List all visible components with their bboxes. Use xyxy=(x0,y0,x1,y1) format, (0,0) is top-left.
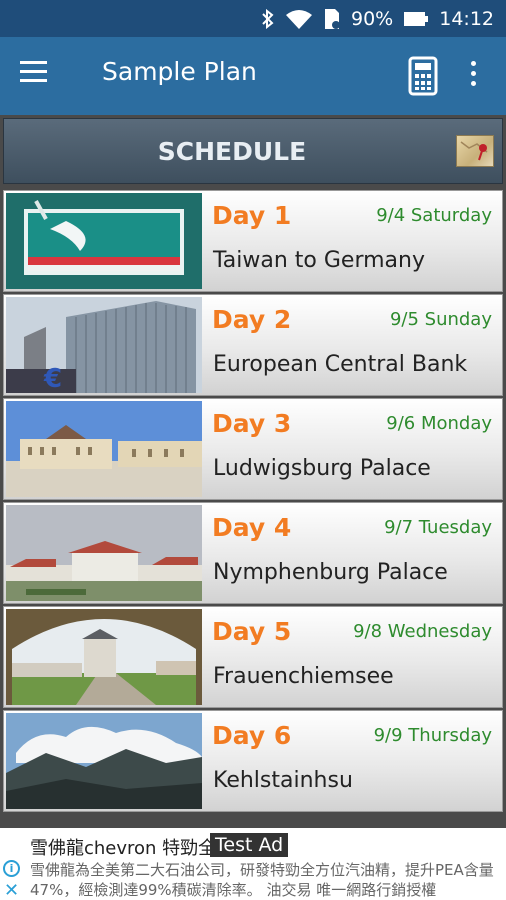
list-item[interactable]: Day 4 9/7 Tuesday Nymphenburg Palace xyxy=(3,502,503,604)
schedule-header: SCHEDULE xyxy=(3,118,503,184)
day-date: 9/6 Monday xyxy=(386,413,492,434)
battery-icon xyxy=(403,10,429,28)
ad-description: 雪佛龍為全美第二大石油公司，研發特勁全方位汽油精，提升PEA含量47%，經檢測達… xyxy=(30,861,494,899)
sim-icon xyxy=(323,8,341,30)
day-date: 9/4 Saturday xyxy=(376,205,492,226)
ad-banner[interactable]: 雪佛龍chevron 特勁全效汽油精 Test Ad i ✕ 雪佛龍為全美第二大… xyxy=(0,828,506,900)
battery-percent: 90% xyxy=(351,7,394,30)
list-item[interactable]: Day 3 9/6 Monday Ludwigsburg Palace xyxy=(3,398,503,500)
day-thumbnail xyxy=(6,505,202,601)
more-vert-icon[interactable] xyxy=(462,61,484,91)
day-thumbnail xyxy=(6,713,202,809)
day-number: Day 5 xyxy=(212,617,292,646)
day-date: 9/7 Tuesday xyxy=(384,517,492,538)
day-place: European Central Bank xyxy=(213,352,468,377)
day-thumbnail xyxy=(6,401,202,497)
ad-info-icon[interactable]: i xyxy=(3,860,20,877)
day-number: Day 2 xyxy=(212,305,292,334)
day-number: Day 3 xyxy=(212,409,292,438)
app-title: Sample Plan xyxy=(102,57,257,86)
day-number: Day 6 xyxy=(212,721,292,750)
day-place: Frauenchiemsee xyxy=(213,664,394,689)
day-thumbnail xyxy=(6,609,202,705)
clock: 14:12 xyxy=(439,7,494,30)
day-date: 9/5 Sunday xyxy=(389,309,492,330)
list-item[interactable]: Day 1 9/4 Saturday Taiwan to Germany xyxy=(3,190,503,292)
day-number: Day 4 xyxy=(212,513,292,542)
day-place: Nymphenburg Palace xyxy=(213,560,448,585)
list-item[interactable]: € Day 2 9/5 Sunday European Central Bank xyxy=(3,294,503,396)
svg-text:€: € xyxy=(43,364,62,393)
status-bar: 90% 14:12 xyxy=(0,0,506,37)
day-thumbnail xyxy=(6,193,202,289)
list-item[interactable]: Day 5 9/8 Wednesday Frauenchiemsee xyxy=(3,606,503,708)
map-icon[interactable] xyxy=(456,135,494,167)
day-date: 9/8 Wednesday xyxy=(353,621,492,642)
menu-icon[interactable] xyxy=(20,61,60,91)
app-bar: Sample Plan xyxy=(0,37,506,115)
day-thumbnail: € xyxy=(6,297,202,393)
day-place: Kehlstainhsu xyxy=(213,768,353,793)
day-place: Taiwan to Germany xyxy=(213,248,425,273)
ad-close-icon[interactable]: ✕ xyxy=(4,880,19,900)
day-place: Ludwigsburg Palace xyxy=(213,456,431,481)
calculator-icon[interactable] xyxy=(408,55,438,97)
bluetooth-icon xyxy=(261,8,275,29)
day-number: Day 1 xyxy=(212,201,292,230)
list-item[interactable]: Day 6 9/9 Thursday Kehlstainhsu xyxy=(3,710,503,812)
wifi-icon xyxy=(285,9,313,29)
schedule-title: SCHEDULE xyxy=(157,137,307,166)
day-list: Day 1 9/4 Saturday Taiwan to Germany € D… xyxy=(3,190,503,814)
day-date: 9/9 Thursday xyxy=(373,725,492,746)
test-ad-badge: Test Ad xyxy=(210,833,289,857)
